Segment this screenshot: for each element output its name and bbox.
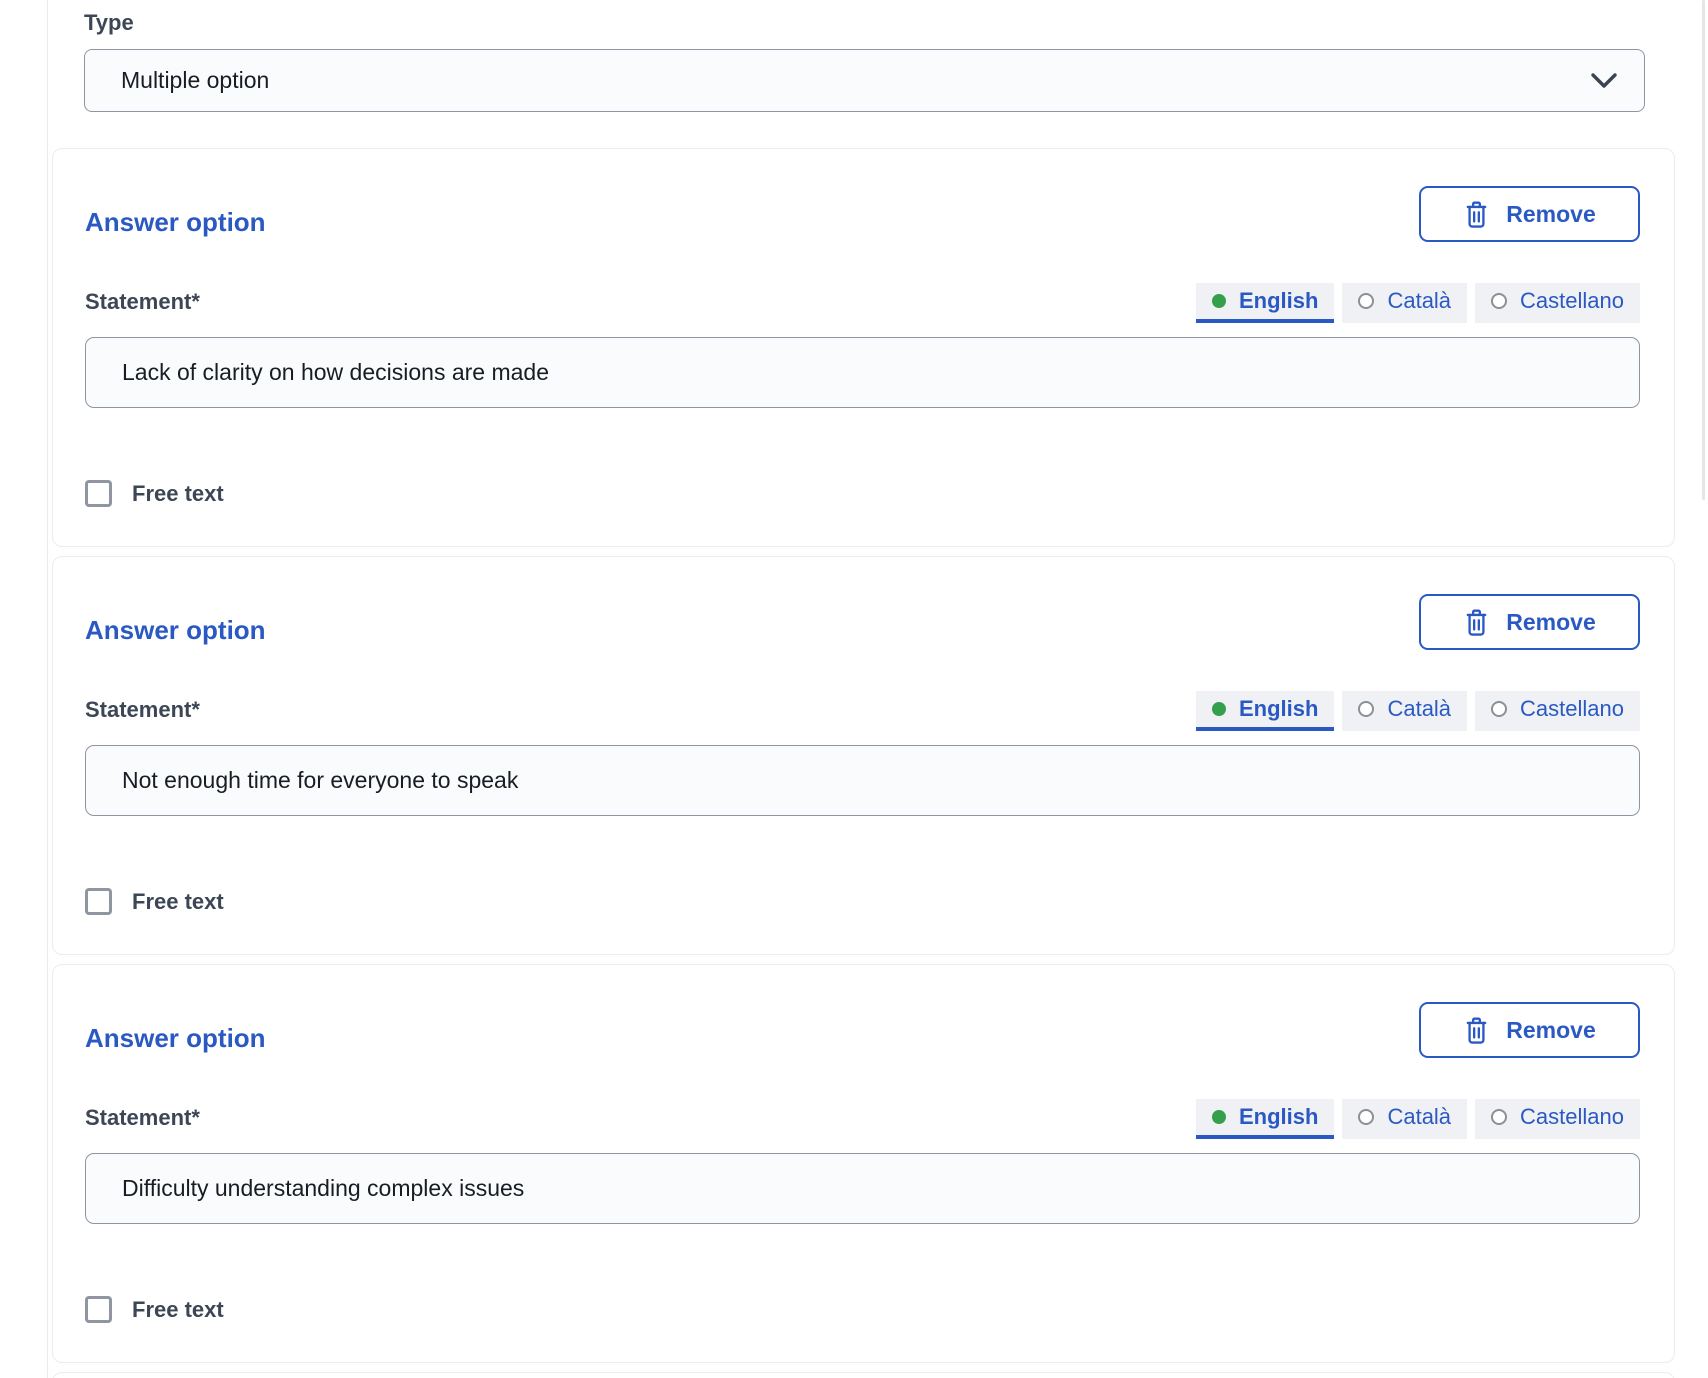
statement-label: Statement*	[85, 289, 200, 323]
language-tab-catala[interactable]: Català	[1342, 691, 1467, 731]
statement-row: Statement* English Català Castellano	[85, 1099, 1640, 1139]
radio-circle-icon	[1491, 293, 1507, 309]
remove-button[interactable]: Remove	[1419, 1002, 1640, 1058]
radio-circle-icon	[1358, 293, 1374, 309]
free-text-row: Free text	[85, 1296, 1640, 1323]
card-header: Answer option Remove	[85, 186, 1640, 242]
active-language-dot-icon	[1212, 1110, 1226, 1124]
language-tab-castellano[interactable]: Castellano	[1475, 1099, 1640, 1139]
language-tab-label: Català	[1387, 1104, 1451, 1130]
remove-button-label: Remove	[1506, 1017, 1595, 1044]
language-tab-english[interactable]: English	[1196, 1099, 1334, 1139]
language-tabs: English Català Castellano	[1196, 283, 1640, 323]
language-tab-label: English	[1239, 1104, 1318, 1130]
answer-option-heading: Answer option	[85, 615, 266, 646]
card-header: Answer option Remove	[85, 1002, 1640, 1058]
language-tab-label: Català	[1387, 696, 1451, 722]
free-text-label: Free text	[132, 889, 224, 915]
radio-circle-icon	[1491, 701, 1507, 717]
statement-label: Statement*	[85, 1105, 200, 1139]
chevron-down-icon	[1588, 70, 1620, 92]
language-tab-english[interactable]: English	[1196, 283, 1334, 323]
language-tab-label: Castellano	[1520, 1104, 1624, 1130]
active-language-dot-icon	[1212, 294, 1226, 308]
language-tabs: English Català Castellano	[1196, 1099, 1640, 1139]
type-select-value: Multiple option	[121, 67, 269, 94]
language-tab-catala[interactable]: Català	[1342, 283, 1467, 323]
form-content: Type Multiple option Answer option	[52, 0, 1675, 1378]
type-label: Type	[84, 10, 1645, 36]
trash-icon	[1463, 608, 1490, 637]
card-header: Answer option Remove	[85, 594, 1640, 650]
language-tab-label: English	[1239, 696, 1318, 722]
statement-row: Statement* English Català Castellano	[85, 283, 1640, 323]
remove-button[interactable]: Remove	[1419, 594, 1640, 650]
type-field: Type Multiple option	[84, 10, 1645, 112]
language-tab-castellano[interactable]: Castellano	[1475, 691, 1640, 731]
trash-icon	[1463, 200, 1490, 229]
answer-option-card: Answer option Remove State	[52, 556, 1675, 955]
language-tab-castellano[interactable]: Castellano	[1475, 283, 1640, 323]
language-tab-catala[interactable]: Català	[1342, 1099, 1467, 1139]
remove-button-label: Remove	[1506, 609, 1595, 636]
remove-button[interactable]: Remove	[1419, 186, 1640, 242]
answer-option-heading: Answer option	[85, 207, 266, 238]
free-text-label: Free text	[132, 481, 224, 507]
remove-button-label: Remove	[1506, 201, 1595, 228]
trash-icon	[1463, 1016, 1490, 1045]
language-tab-label: Castellano	[1520, 288, 1624, 314]
free-text-checkbox[interactable]	[85, 1296, 112, 1323]
language-tab-english[interactable]: English	[1196, 691, 1334, 731]
statement-row: Statement* English Català Castellano	[85, 691, 1640, 731]
statement-input[interactable]	[85, 337, 1640, 408]
free-text-label: Free text	[132, 1297, 224, 1323]
type-select[interactable]: Multiple option	[84, 49, 1645, 112]
statement-label: Statement*	[85, 697, 200, 731]
language-tabs: English Català Castellano	[1196, 691, 1640, 731]
free-text-checkbox[interactable]	[85, 480, 112, 507]
statement-input[interactable]	[85, 745, 1640, 816]
free-text-checkbox[interactable]	[85, 888, 112, 915]
answer-option-card: Answer option Remove State	[52, 964, 1675, 1363]
answer-option-card: Answer option Remove State	[52, 148, 1675, 547]
free-text-row: Free text	[85, 480, 1640, 507]
language-tab-label: Català	[1387, 288, 1451, 314]
next-card-top-edge	[52, 1372, 1675, 1378]
language-tab-label: English	[1239, 288, 1318, 314]
radio-circle-icon	[1358, 701, 1374, 717]
active-language-dot-icon	[1212, 702, 1226, 716]
language-tab-label: Castellano	[1520, 696, 1624, 722]
panel-left-border	[47, 0, 48, 1378]
statement-input[interactable]	[85, 1153, 1640, 1224]
radio-circle-icon	[1358, 1109, 1374, 1125]
answer-option-heading: Answer option	[85, 1023, 266, 1054]
free-text-row: Free text	[85, 888, 1640, 915]
scrollbar-thumb[interactable]	[1702, 0, 1705, 500]
form-page: Type Multiple option Answer option	[0, 0, 1708, 1378]
radio-circle-icon	[1491, 1109, 1507, 1125]
